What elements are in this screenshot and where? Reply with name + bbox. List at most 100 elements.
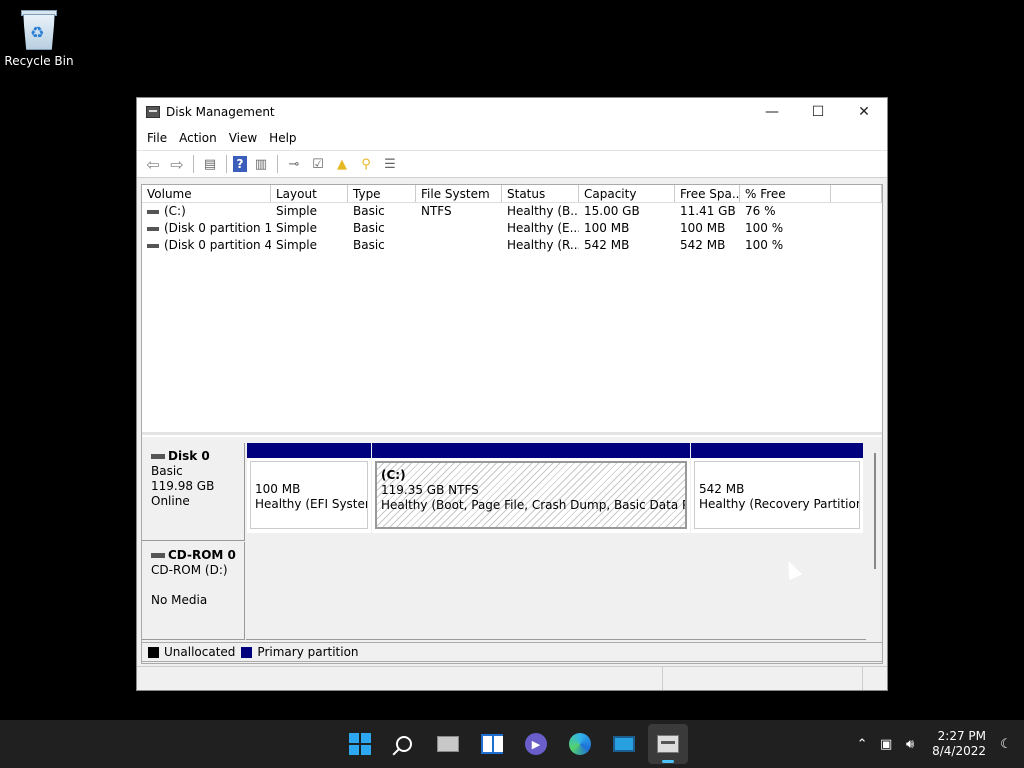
cdrom-0-name: CD-ROM 0 <box>168 548 236 562</box>
search-button[interactable] <box>384 724 424 764</box>
cell-status: Healthy (R... <box>507 238 579 252</box>
help-icon[interactable]: ? <box>233 156 247 172</box>
cell-file-system: NTFS <box>421 204 452 218</box>
chat-icon: ▶ <box>525 733 547 755</box>
cell-capacity: 15.00 GB <box>584 204 640 218</box>
connect-disk-icon[interactable]: ⊸ <box>284 154 304 174</box>
column-layout[interactable]: Layout <box>271 185 348 202</box>
cell-free-space: 100 MB <box>680 221 726 235</box>
partition-recovery-status: Healthy (Recovery Partition) <box>699 497 860 511</box>
table-row[interactable]: (C:) Simple Basic NTFS Healthy (B... 15.… <box>142 203 882 220</box>
column-status[interactable]: Status <box>502 185 579 202</box>
graphical-view-scrollbar[interactable] <box>874 453 876 569</box>
menu-help[interactable]: Help <box>263 131 302 145</box>
chevron-up-icon[interactable]: ⌃ <box>850 737 874 752</box>
partition-recovery[interactable]: 542 MB Healthy (Recovery Partition) <box>691 443 863 533</box>
network-icon[interactable]: ▣ <box>874 737 898 752</box>
cdrom-0-label[interactable]: CD-ROM 0 CD-ROM (D:) No Media <box>142 542 245 640</box>
menu-file[interactable]: File <box>141 131 173 145</box>
partition-c[interactable]: (C:) 119.35 GB NTFS Healthy (Boot, Page … <box>372 443 690 533</box>
window-title: Disk Management <box>166 105 275 119</box>
disk-0-name: Disk 0 <box>168 449 210 463</box>
cdrom-0-media: No Media <box>151 593 208 607</box>
partition-c-title: (C:) <box>381 468 406 482</box>
toolbar: ⇦ ⇨ ▤ ? ▥ ⊸ ☑ ▲ ⚲ ☰ <box>137 150 887 178</box>
partition-efi[interactable]: 100 MB Healthy (EFI System I <box>247 443 371 533</box>
widgets-icon <box>481 734 503 754</box>
volume-list-header: Volume Layout Type File System Status Ca… <box>142 185 882 203</box>
clock[interactable]: 2:27 PM 8/4/2022 <box>932 729 986 759</box>
column-type[interactable]: Type <box>348 185 416 202</box>
column-capacity[interactable]: Capacity <box>579 185 675 202</box>
show-hide-action-pane-icon[interactable]: ▥ <box>251 154 271 174</box>
disk-management-taskbar-button[interactable] <box>648 724 688 764</box>
search-icon <box>396 736 412 752</box>
cell-layout: Simple <box>276 204 317 218</box>
column-free-space[interactable]: Free Spa... <box>675 185 740 202</box>
disk-0-status: Online <box>151 494 190 508</box>
cell-file-system <box>416 237 502 254</box>
menu-action[interactable]: Action <box>173 131 223 145</box>
cdrom-0-drive: CD-ROM (D:) <box>151 563 228 577</box>
search-folder-icon[interactable]: ⚲ <box>356 154 376 174</box>
cell-layout: Simple <box>276 221 317 235</box>
disk-0-row: Disk 0 Basic 119.98 GB Online 100 MB Hea… <box>142 443 866 541</box>
cell-file-system <box>416 220 502 237</box>
table-row[interactable]: (Disk 0 partition 1) Simple Basic Health… <box>142 220 882 237</box>
system-tray: ⌃ ▣ 🔊︎ 2:27 PM 8/4/2022 ☾ <box>850 720 1024 768</box>
cell-percent-free: 100 % <box>745 238 784 252</box>
maximize-button[interactable]: ☐ <box>795 98 841 126</box>
cell-capacity: 100 MB <box>584 221 630 235</box>
disk-management-icon <box>657 735 679 753</box>
drive-icon <box>147 209 159 214</box>
cell-percent-free: 100 % <box>745 221 784 235</box>
clock-time: 2:27 PM <box>937 729 986 743</box>
cell-volume: (Disk 0 partition 1) <box>164 221 271 235</box>
drive-icon <box>147 226 159 231</box>
menu-view[interactable]: View <box>223 131 263 145</box>
cell-type: Basic <box>353 221 385 235</box>
disk-0-size: 119.98 GB <box>151 479 215 493</box>
partition-efi-status: Healthy (EFI System I <box>255 497 367 511</box>
title-bar[interactable]: Disk Management — ☐ ✕ <box>137 98 887 126</box>
cell-status: Healthy (E... <box>507 221 579 235</box>
menu-bar: File Action View Help <box>137 126 887 150</box>
disk-0-type: Basic <box>151 464 183 478</box>
column-file-system[interactable]: File System <box>416 185 502 202</box>
widgets-button[interactable] <box>472 724 512 764</box>
table-row[interactable]: (Disk 0 partition 4) Simple Basic Health… <box>142 237 882 254</box>
moon-icon[interactable]: ☾ <box>994 737 1018 752</box>
column-percent-free[interactable]: % Free <box>740 185 831 202</box>
open-folder-icon[interactable]: ▲ <box>332 154 352 174</box>
minimize-button[interactable]: — <box>749 98 795 126</box>
remote-desktop-button[interactable] <box>604 724 644 764</box>
partition-recovery-size: 542 MB <box>699 482 745 496</box>
disk-graphical-view: Disk 0 Basic 119.98 GB Online 100 MB Hea… <box>142 437 882 663</box>
task-view-icon <box>437 736 459 752</box>
column-volume[interactable]: Volume <box>142 185 271 202</box>
windows-logo-icon <box>349 733 371 755</box>
taskbar: ▶ ⌃ ▣ 🔊︎ 2:27 PM 8/4/2022 ☾ <box>0 720 1024 768</box>
drive-icon <box>147 243 159 248</box>
cell-status: Healthy (B... <box>507 204 579 218</box>
forward-arrow-icon[interactable]: ⇨ <box>167 154 187 174</box>
cdrom-0-area[interactable] <box>246 542 866 640</box>
cell-volume: (Disk 0 partition 4) <box>164 238 271 252</box>
settings-list-icon[interactable]: ☰ <box>380 154 400 174</box>
cell-type: Basic <box>353 238 385 252</box>
volume-icon[interactable]: 🔊︎ <box>898 737 922 752</box>
back-arrow-icon[interactable]: ⇦ <box>143 154 163 174</box>
close-button[interactable]: ✕ <box>841 98 887 126</box>
task-view-button[interactable] <box>428 724 468 764</box>
partition-c-status: Healthy (Boot, Page File, Crash Dump, Ba… <box>381 498 685 512</box>
disk-0-label[interactable]: Disk 0 Basic 119.98 GB Online <box>142 443 245 541</box>
recycle-bin-icon: ♻ <box>21 8 57 50</box>
edge-button[interactable] <box>560 724 600 764</box>
check-properties-icon[interactable]: ☑ <box>308 154 328 174</box>
recycle-bin-shortcut[interactable]: ♻ Recycle Bin <box>4 8 74 68</box>
status-bar <box>137 666 887 690</box>
chat-button[interactable]: ▶ <box>516 724 556 764</box>
show-hide-console-tree-icon[interactable]: ▤ <box>200 154 220 174</box>
start-button[interactable] <box>340 724 380 764</box>
legend-primary-partition: Primary partition <box>257 645 359 659</box>
